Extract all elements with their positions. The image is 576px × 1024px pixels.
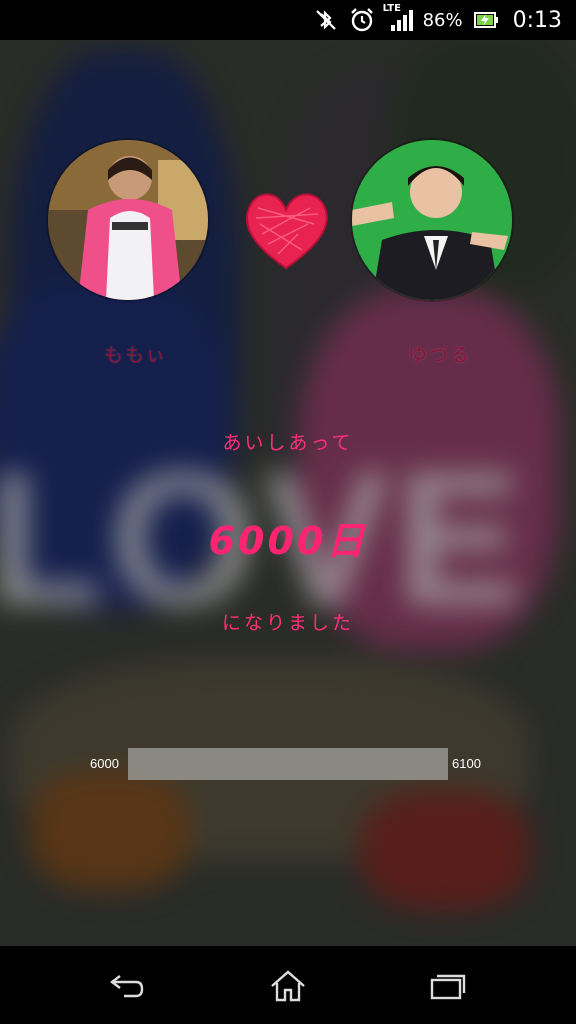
bluetooth-off-icon — [313, 7, 339, 33]
progress-max-label: 6100 — [452, 756, 481, 771]
progress-min-label: 6000 — [90, 756, 119, 771]
network-type-label: LTE — [382, 3, 401, 14]
progress-bar — [128, 748, 448, 780]
heart-icon — [238, 184, 334, 276]
recent-apps-button[interactable] — [424, 966, 472, 1006]
left-person-avatar[interactable] — [48, 140, 208, 300]
message-line-2: になりました — [221, 612, 354, 634]
status-bar: LTE 86% 0:13 — [0, 0, 576, 40]
back-button[interactable] — [104, 966, 152, 1006]
back-icon — [110, 975, 144, 998]
battery-percent: 86% — [422, 9, 463, 31]
right-person-avatar[interactable] — [352, 140, 512, 300]
signal-icon: LTE — [383, 3, 413, 33]
battery-charging-icon — [473, 8, 499, 32]
home-button[interactable] — [264, 966, 312, 1006]
home-icon — [271, 970, 305, 1002]
message-line-1: あいしあって — [222, 432, 354, 454]
left-person-name: ももぃ — [104, 344, 168, 366]
alarm-clock-icon — [349, 7, 375, 33]
recent-apps-icon — [430, 974, 466, 1000]
navigation-bar — [0, 946, 576, 1024]
clock: 0:13 — [512, 7, 562, 33]
right-person-name: ゆづる — [408, 344, 472, 366]
days-counter: 6000日 — [208, 519, 368, 563]
